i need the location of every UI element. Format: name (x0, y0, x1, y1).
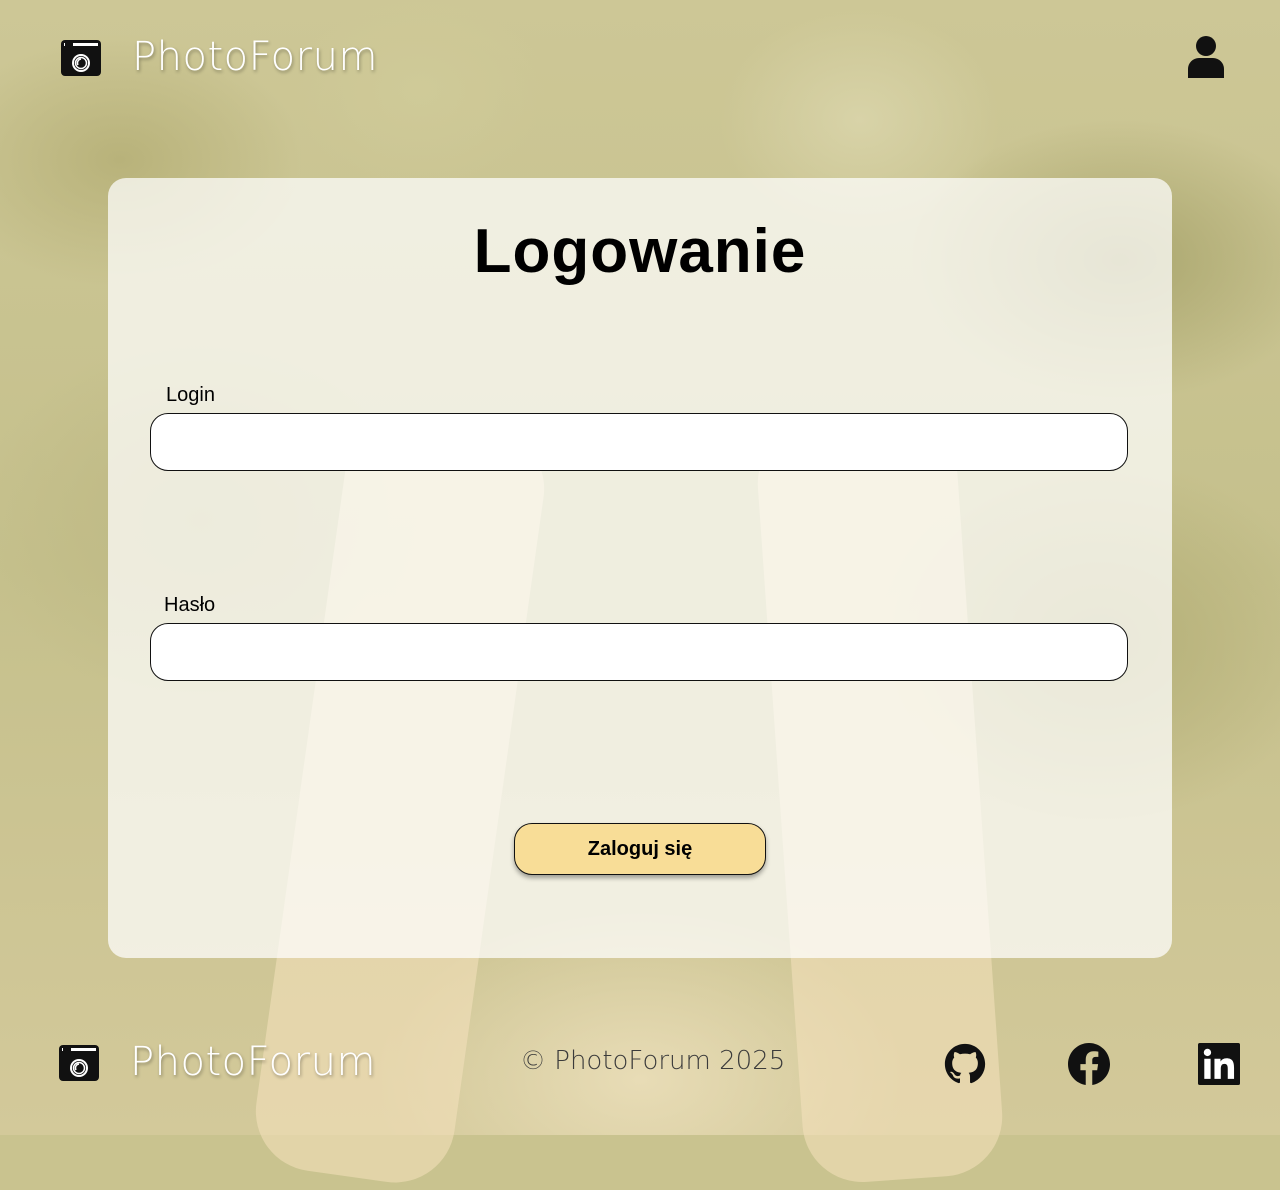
password-label: Hasło (164, 594, 216, 616)
user-icon (1188, 36, 1224, 78)
github-icon (944, 1043, 986, 1084)
github-link[interactable] (944, 1043, 986, 1085)
linkedin-link[interactable] (1198, 1043, 1240, 1085)
camera-icon (59, 1045, 99, 1081)
page-title: Logowanie (473, 217, 807, 286)
camera-icon (61, 40, 101, 76)
facebook-icon (1068, 1043, 1110, 1085)
linkedin-icon (1198, 1043, 1240, 1085)
copyright-text: © PhotoForum 2025 (520, 1046, 786, 1076)
user-account-button[interactable] (1186, 36, 1226, 78)
header-brand: PhotoForum (132, 34, 378, 80)
login-submit-button[interactable]: Zaloguj się (514, 823, 766, 875)
header-logo[interactable]: PhotoForum (60, 34, 378, 80)
password-input[interactable] (150, 623, 1128, 681)
footer-logo[interactable]: PhotoForum (58, 1039, 376, 1085)
login-card: Logowanie Login Hasło Zaloguj się (108, 178, 1172, 958)
login-input[interactable] (150, 413, 1128, 471)
footer-brand: PhotoForum (130, 1039, 376, 1085)
login-label: Login (166, 384, 215, 406)
facebook-link[interactable] (1068, 1043, 1110, 1085)
